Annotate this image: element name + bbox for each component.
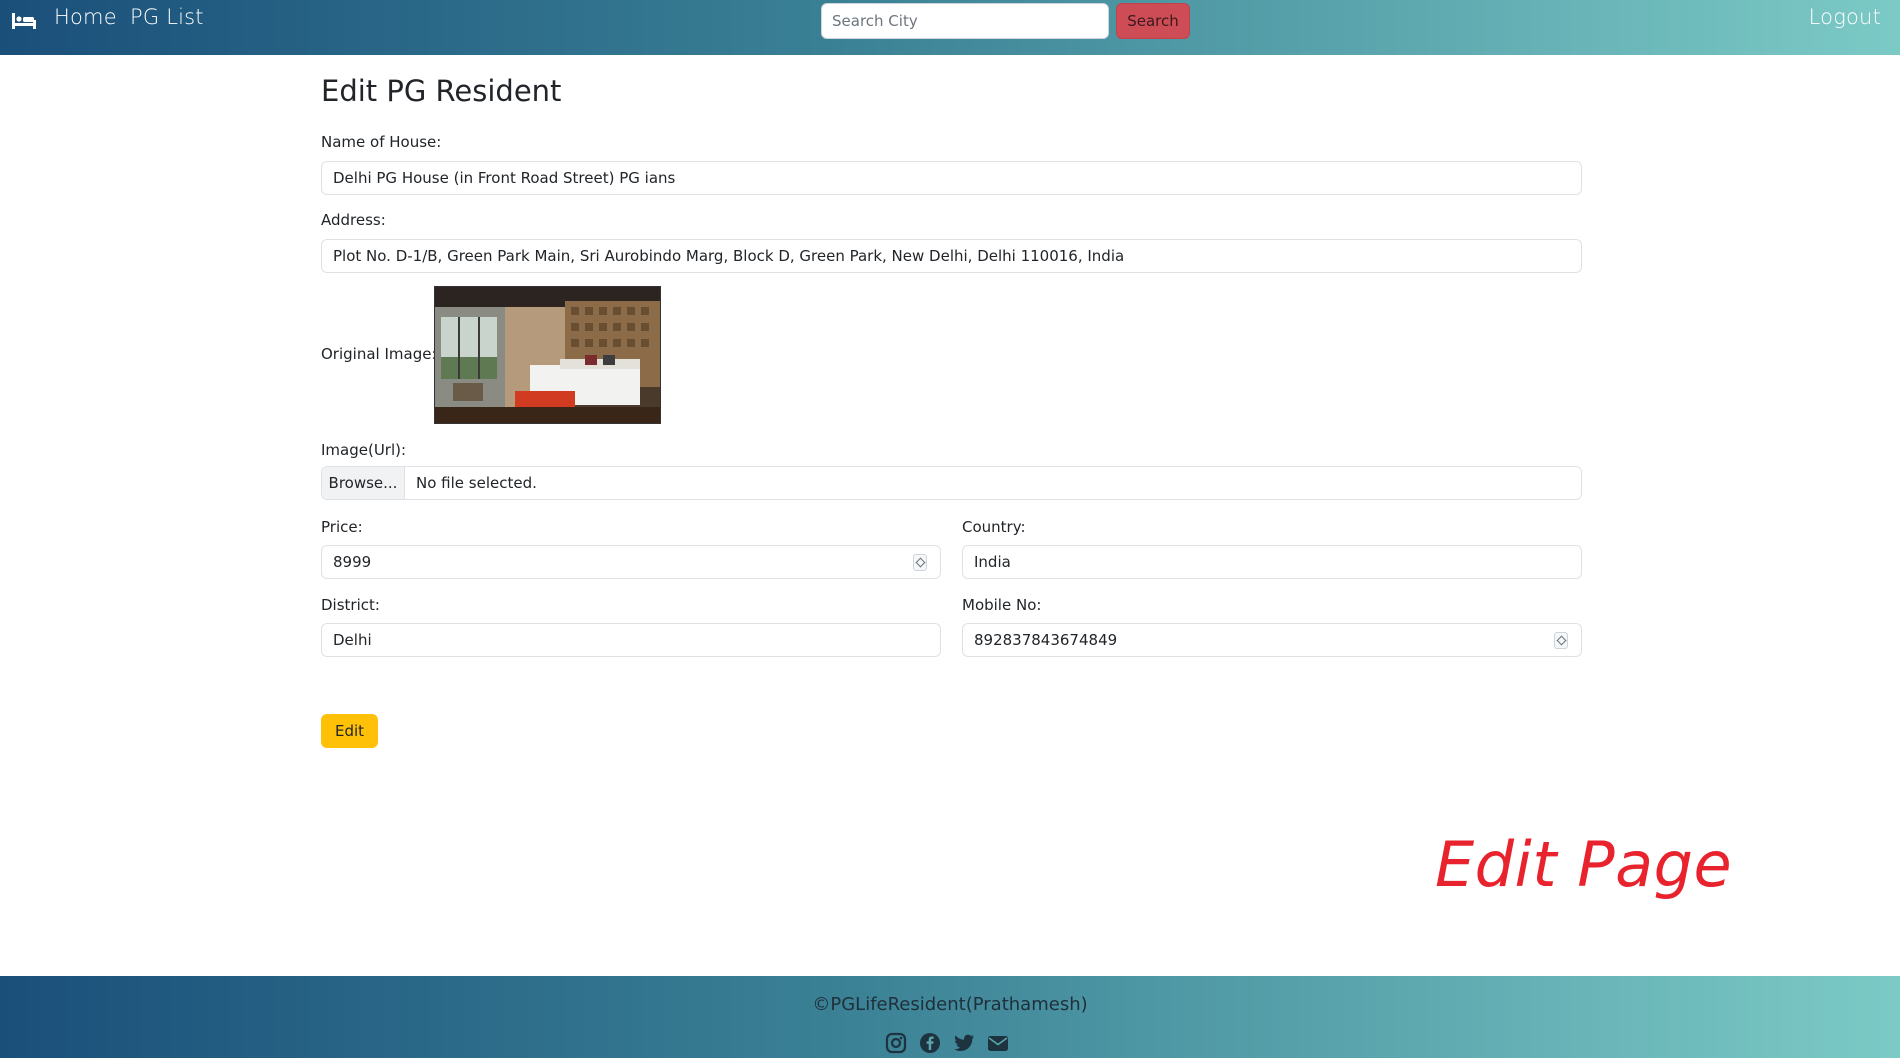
country-label: Country: — [962, 518, 1026, 536]
page-title: Edit PG Resident — [321, 74, 562, 108]
nav-home-link[interactable]: Home — [54, 5, 117, 29]
social-links — [885, 1032, 1009, 1054]
country-input[interactable] — [962, 545, 1582, 579]
search-button[interactable]: Search — [1116, 3, 1190, 39]
name-label: Name of House: — [321, 133, 442, 151]
browse-button[interactable]: Browse... — [322, 467, 405, 499]
facebook-icon[interactable] — [919, 1032, 941, 1054]
price-input[interactable] — [321, 545, 941, 579]
mail-icon[interactable] — [987, 1032, 1009, 1054]
edit-page-caption: Edit Page — [1435, 828, 1733, 901]
mobile-label: Mobile No: — [962, 596, 1042, 614]
top-navbar: Home PG List Search Logout — [0, 0, 1900, 55]
search-city-input[interactable] — [821, 3, 1109, 39]
original-image — [434, 286, 661, 424]
address-input[interactable] — [321, 239, 1582, 273]
edit-submit-button[interactable]: Edit — [321, 714, 378, 748]
address-label: Address: — [321, 211, 386, 229]
mobile-input[interactable] — [962, 623, 1582, 657]
image-file-input[interactable]: Browse... No file selected. — [321, 466, 1582, 500]
nav-pglist-link[interactable]: PG List — [130, 5, 204, 29]
district-label: District: — [321, 596, 380, 614]
copyright-text: ©PGLifeResident(Prathamesh) — [812, 994, 1088, 1015]
district-input[interactable] — [321, 623, 941, 657]
footer: ©PGLifeResident(Prathamesh) — [0, 976, 1900, 1058]
image-url-label: Image(Url): — [321, 441, 407, 459]
price-spinner-icon[interactable] — [913, 554, 927, 571]
logout-link[interactable]: Logout — [1809, 5, 1881, 29]
mobile-spinner-icon[interactable] — [1554, 632, 1568, 649]
bed-icon[interactable] — [12, 13, 36, 29]
twitter-icon[interactable] — [953, 1032, 975, 1054]
house-name-input[interactable] — [321, 161, 1582, 195]
original-image-label: Original Image: — [321, 345, 437, 363]
file-status-text: No file selected. — [416, 474, 537, 492]
instagram-icon[interactable] — [885, 1032, 907, 1054]
price-label: Price: — [321, 518, 363, 536]
